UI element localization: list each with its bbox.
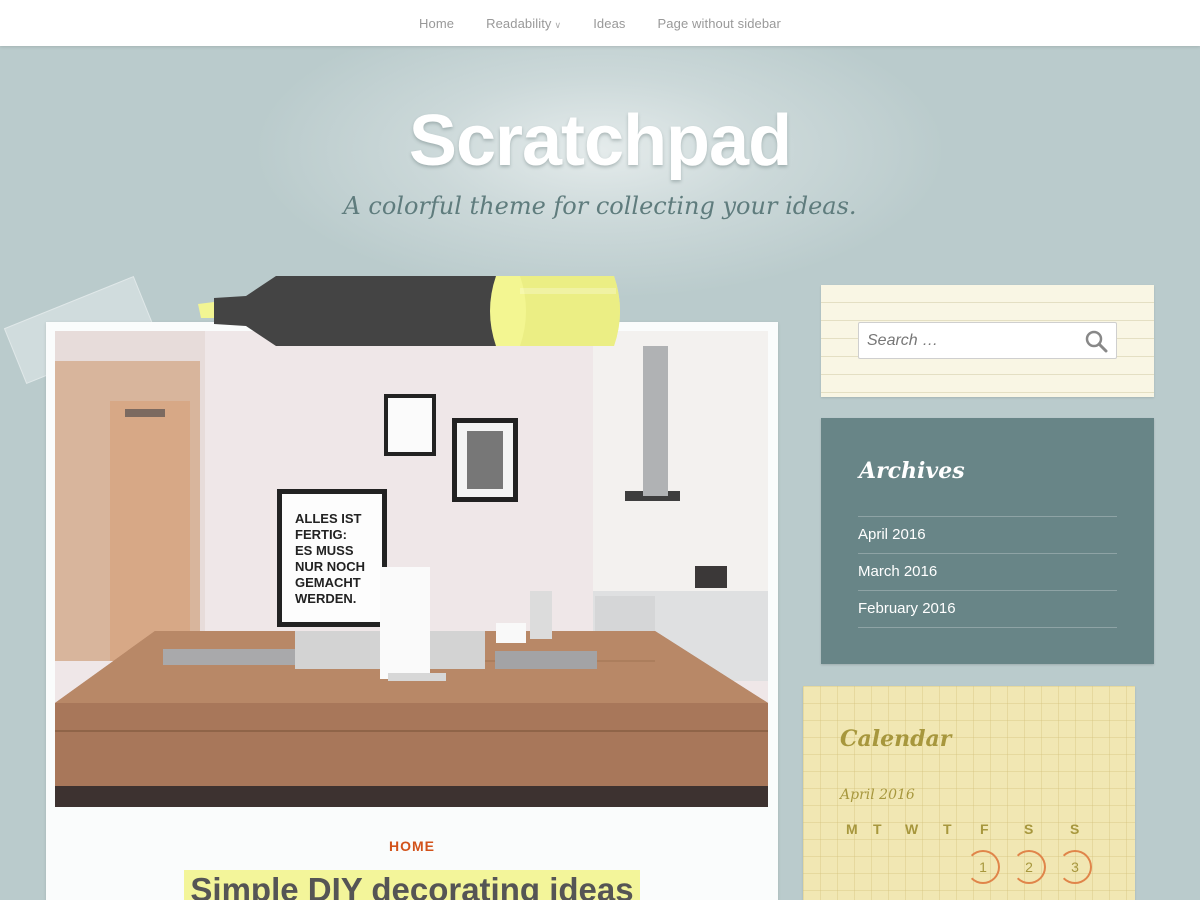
svg-text:GEMACHT: GEMACHT <box>295 575 361 590</box>
post-title[interactable]: Simple DIY decorating ideas <box>184 870 640 900</box>
site-tagline: A colorful theme for collecting your ide… <box>343 192 857 220</box>
weekday-header: T <box>943 821 952 837</box>
svg-text:ALLES IST: ALLES IST <box>295 511 362 526</box>
svg-text:NUR NOCH: NUR NOCH <box>295 559 365 574</box>
calendar-month-caption: April 2016 <box>840 787 915 803</box>
site-title[interactable]: Scratchpad <box>0 100 1200 182</box>
search-icon[interactable] <box>1084 329 1108 353</box>
calendar-day-link[interactable]: 2 <box>1012 850 1046 884</box>
post-category[interactable]: HOME <box>46 838 778 854</box>
chevron-down-icon: ∨ <box>554 19 562 30</box>
search-input[interactable] <box>867 331 1067 350</box>
archive-link-february-2016[interactable]: February 2016 <box>858 600 956 617</box>
top-navigation: Home Readability ∨ Ideas Page without sid… <box>0 0 1200 46</box>
svg-text:FERTIG:: FERTIG: <box>295 527 347 542</box>
nav-home[interactable]: Home <box>419 16 454 31</box>
desk-photo-icon: ALLES IST FERTIG: ES MUSS NUR NOCH GEMAC… <box>55 331 768 807</box>
archives-widget: Archives April 2016 March 2016 February … <box>821 418 1154 664</box>
archive-link-april-2016[interactable]: April 2016 <box>858 526 926 543</box>
calendar-day-link[interactable]: 1 <box>966 850 1000 884</box>
weekday-header: S <box>1070 821 1080 837</box>
calendar-day-link[interactable]: 3 <box>1058 850 1092 884</box>
list-item: April 2016 <box>858 517 1117 554</box>
weekday-header: T <box>873 821 882 837</box>
archive-link-march-2016[interactable]: March 2016 <box>858 563 937 580</box>
svg-text:WERDEN.: WERDEN. <box>295 591 356 606</box>
post-title-wrapper: Simple DIY decorating ideas <box>46 870 778 900</box>
post-featured-image[interactable]: ALLES IST FERTIG: ES MUSS NUR NOCH GEMAC… <box>55 331 768 807</box>
archives-title: Archives <box>859 458 965 484</box>
calendar-widget: Calendar April 2016 M T W T F S S 1 2 3 <box>803 686 1135 900</box>
weekday-header: M <box>846 821 858 837</box>
weekday-header: W <box>905 821 919 837</box>
nav-page-without-sidebar[interactable]: Page without sidebar <box>658 16 781 31</box>
search-widget <box>821 285 1154 397</box>
list-item: February 2016 <box>858 591 1117 628</box>
nav-readability[interactable]: Readability ∨ <box>486 16 561 31</box>
highlighter-marker-icon <box>198 276 620 346</box>
search-field[interactable] <box>858 322 1117 359</box>
archives-list: April 2016 March 2016 February 2016 <box>858 516 1117 628</box>
nav-readability-label: Readability <box>486 15 552 31</box>
calendar-title: Calendar <box>840 726 952 752</box>
nav-ideas[interactable]: Ideas <box>593 16 625 31</box>
svg-text:ES MUSS: ES MUSS <box>295 543 354 558</box>
post-card: ALLES IST FERTIG: ES MUSS NUR NOCH GEMAC… <box>46 322 778 900</box>
list-item: March 2016 <box>858 554 1117 591</box>
weekday-header: S <box>1024 821 1034 837</box>
weekday-header: F <box>980 821 989 837</box>
